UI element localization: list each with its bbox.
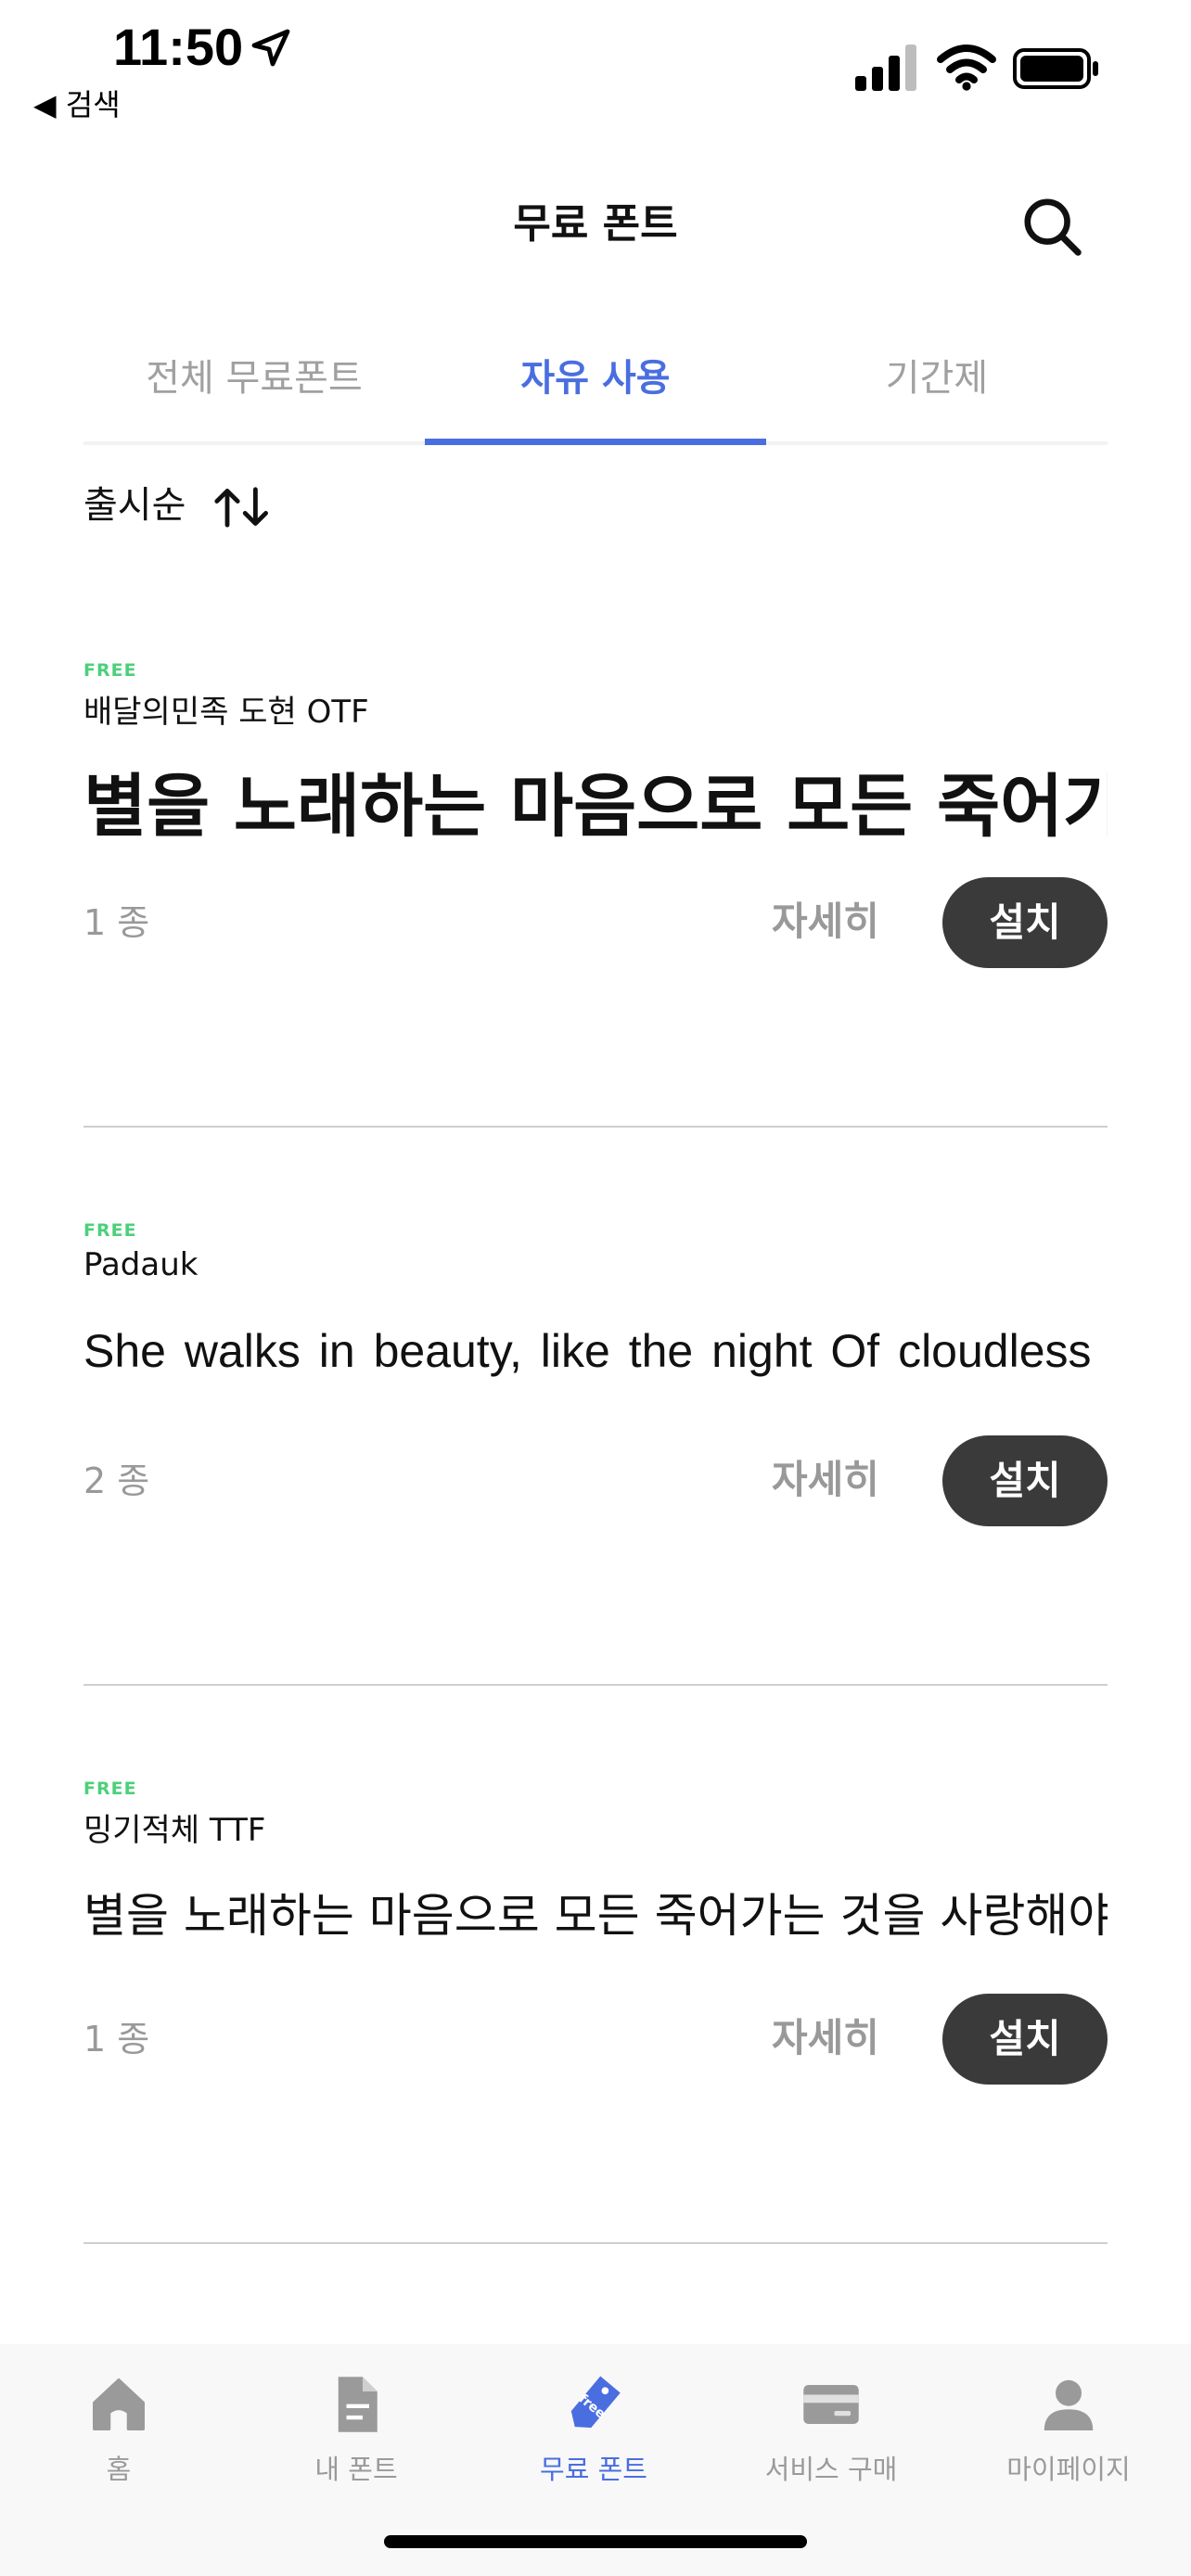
font-card[interactable]: FREE Padauk She walks in beauty, like th… <box>83 1126 1108 1686</box>
font-name: 배달의민족 도현 OTF <box>83 694 369 731</box>
free-tag-icon: free <box>570 2376 621 2429</box>
nav-my-page-label: 마이페이지 <box>1006 2454 1131 2485</box>
wifi-icon <box>937 45 996 91</box>
nav-my-fonts-label: 내 폰트 <box>314 2454 398 2485</box>
font-preview: 별을 노래하는 마음으로 모든 죽어가는 것을 사랑해야지 <box>83 767 1108 847</box>
nav-home[interactable]: 홈 <box>0 2372 237 2487</box>
font-preview: 별을 노래하는 마음으로 모든 죽어가는 것을 사랑해야지 그리고 <box>83 1889 1108 1943</box>
battery-icon <box>1013 48 1098 89</box>
font-name: 밍기적체 TTF <box>83 1812 266 1849</box>
cellular-signal-icon <box>855 45 916 91</box>
search-icon[interactable] <box>1020 195 1085 260</box>
location-arrow-icon <box>251 29 290 67</box>
nav-my-page[interactable]: 마이페이지 <box>950 2372 1187 2487</box>
home-icon <box>93 2378 145 2430</box>
tab-limited-period[interactable]: 기간제 <box>766 348 1108 402</box>
nav-home-label: 홈 <box>106 2454 132 2485</box>
font-count: 2 종 <box>83 1460 150 1501</box>
free-badge: FREE <box>83 1220 137 1241</box>
tab-free-use[interactable]: 자유 사용 <box>425 348 766 402</box>
font-count: 1 종 <box>83 2019 150 2060</box>
sort-arrows-icon <box>214 487 269 528</box>
active-tab-indicator <box>425 439 766 445</box>
install-button[interactable]: 설치 <box>942 1435 1108 1526</box>
nav-free-fonts[interactable]: free 무료 폰트 <box>475 2372 712 2487</box>
status-time: 11:50 <box>113 18 244 76</box>
sort-label: 출시순 <box>83 484 186 527</box>
nav-service-purchase[interactable]: 서비스 구매 <box>712 2372 950 2487</box>
install-button[interactable]: 설치 <box>942 877 1108 968</box>
nav-free-fonts-label: 무료 폰트 <box>540 2454 647 2485</box>
font-card[interactable]: FREE 배달의민족 도현 OTF 별을 노래하는 마음으로 모든 죽어가는 것… <box>83 567 1108 1128</box>
person-icon <box>1044 2379 1094 2430</box>
font-name: Padauk <box>83 1246 198 1283</box>
free-badge: FREE <box>83 1779 137 1799</box>
home-indicator <box>384 2535 807 2548</box>
detail-button[interactable]: 자세히 <box>733 1448 918 1505</box>
font-card[interactable]: FREE 밍기적체 TTF 별을 노래하는 마음으로 모든 죽어가는 것을 사랑… <box>83 1684 1108 2244</box>
back-to-search-link[interactable]: ◀ 검색 <box>33 82 121 124</box>
font-count: 1 종 <box>83 902 150 943</box>
font-preview: She walks in beauty, like the night Of c… <box>83 1325 1108 1377</box>
page-title: 무료 폰트 <box>513 200 678 248</box>
detail-button[interactable]: 자세히 <box>733 890 918 947</box>
free-badge: FREE <box>83 660 137 681</box>
document-icon <box>338 2377 378 2432</box>
card-icon <box>803 2385 859 2424</box>
detail-button[interactable]: 자세히 <box>733 2007 918 2063</box>
sort-toggle[interactable]: 출시순 <box>83 475 272 529</box>
tab-all-free-fonts[interactable]: 전체 무료폰트 <box>83 348 425 402</box>
install-button[interactable]: 설치 <box>942 1994 1108 2085</box>
nav-service-purchase-label: 서비스 구매 <box>764 2454 898 2485</box>
status-bar: 11:50 ◀ 검색 <box>0 0 1191 139</box>
nav-my-fonts[interactable]: 내 폰트 <box>237 2372 475 2487</box>
tab-bar: 전체 무료폰트 자유 사용 기간제 <box>83 334 1108 445</box>
